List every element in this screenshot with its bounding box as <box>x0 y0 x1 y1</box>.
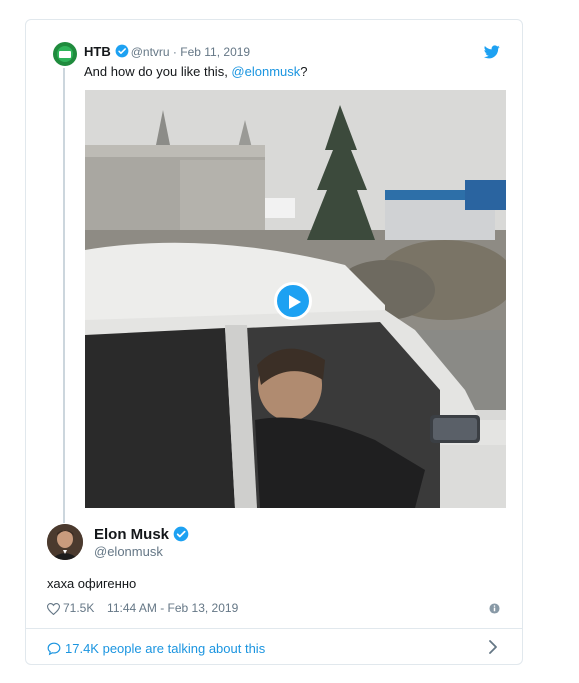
info-icon[interactable] <box>489 603 500 614</box>
reply-meta: 71.5K 11:44 AM - Feb 13, 2019 <box>47 601 238 615</box>
separator-dot: · <box>172 45 177 59</box>
talking-text: 17.4K people are talking about this <box>65 641 266 656</box>
reply-handle[interactable]: @elonmusk <box>94 544 163 559</box>
chevron-right-icon[interactable] <box>488 640 498 654</box>
play-button[interactable] <box>274 282 312 320</box>
mention-link[interactable]: @elonmusk <box>231 64 300 79</box>
like-count[interactable]: 71.5K <box>63 601 94 615</box>
video-media[interactable] <box>85 90 506 508</box>
talking-link[interactable]: 17.4K people are talking about this <box>47 641 265 656</box>
reply-display-name: Elon Musk <box>94 526 191 543</box>
footer-divider <box>26 628 522 629</box>
quoted-tweet-header: НТВ @ntvru · Feb 11, 2019 <box>84 44 250 59</box>
elon-musk-avatar[interactable] <box>47 524 83 560</box>
verified-badge-icon <box>173 526 189 542</box>
verified-badge-icon <box>115 44 129 58</box>
tweet-embed-card: НТВ @ntvru · Feb 11, 2019 And how do you … <box>25 19 523 665</box>
tweet-text-suffix: ? <box>300 64 308 79</box>
quoted-tweet-text: And how do you like this, @elonmusk? <box>84 64 308 79</box>
quoted-display-name[interactable]: НТВ <box>84 44 111 59</box>
reply-tweet-text: хаха офигенно <box>47 576 137 591</box>
comment-bubble-icon <box>47 642 61 656</box>
ntv-avatar[interactable] <box>53 42 77 66</box>
thread-line <box>63 68 65 523</box>
quoted-handle[interactable]: @ntvru <box>131 45 170 59</box>
heart-icon[interactable] <box>47 603 60 615</box>
reply-timestamp[interactable]: 11:44 AM - Feb 13, 2019 <box>107 601 238 615</box>
play-icon <box>289 295 301 309</box>
twitter-bird-icon[interactable] <box>484 45 500 59</box>
tweet-text-prefix: And how do you like this, <box>84 64 232 79</box>
quoted-date[interactable]: Feb 11, 2019 <box>180 45 250 59</box>
reply-name-text[interactable]: Elon Musk <box>94 526 169 543</box>
